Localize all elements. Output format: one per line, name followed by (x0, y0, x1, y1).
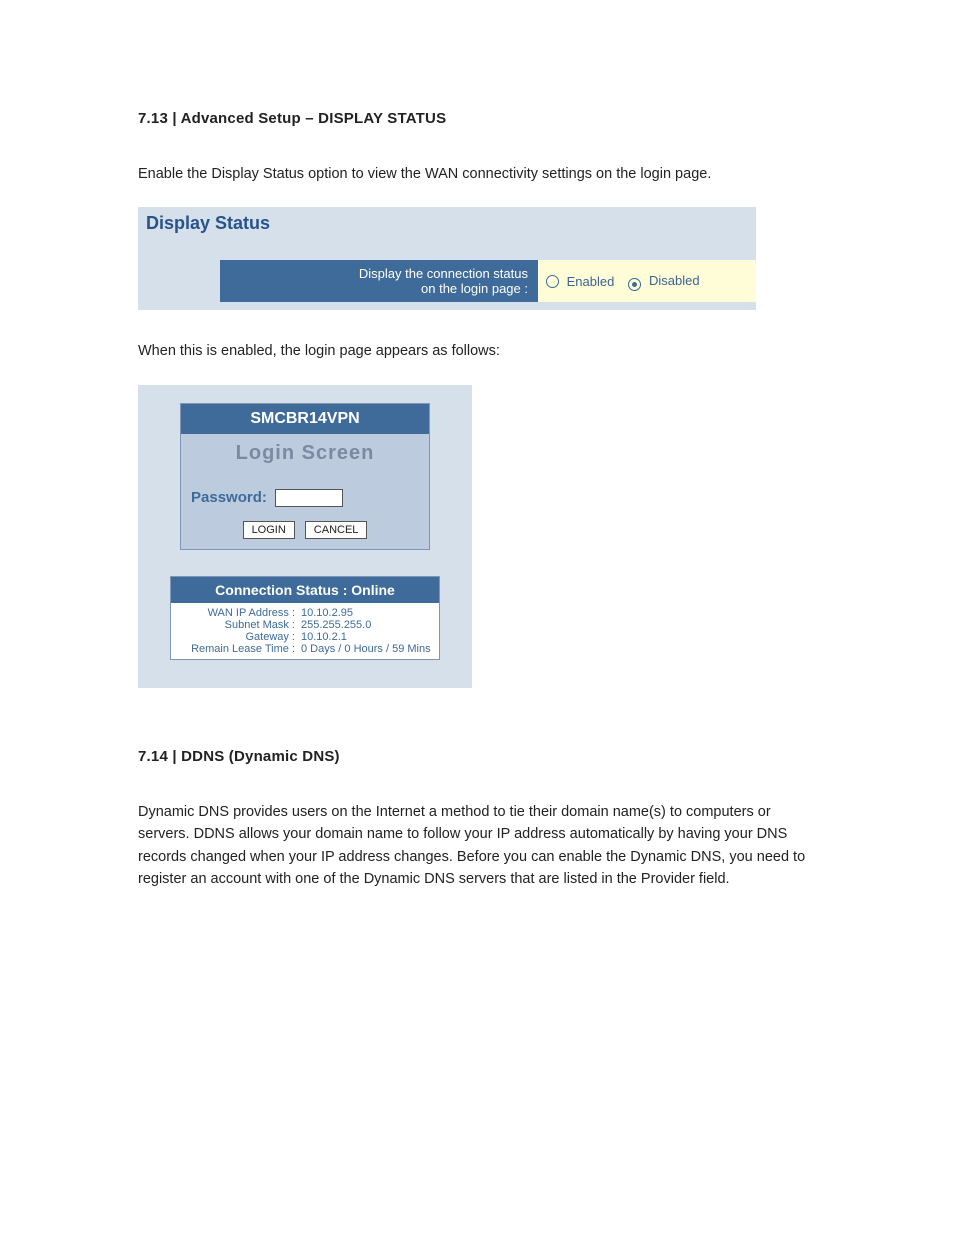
password-label: Password: (191, 489, 267, 506)
connection-status-card: Connection Status : Online WAN IP Addres… (170, 576, 440, 660)
login-button[interactable]: LOGIN (243, 521, 295, 539)
status-row-wanip: WAN IP Address : 10.10.2.95 (175, 607, 435, 619)
radio-enabled-label: Enabled (567, 274, 615, 289)
status-key: WAN IP Address : (175, 607, 295, 619)
cancel-button[interactable]: CANCEL (305, 521, 368, 539)
login-card: SMCBR14VPN Login Screen Password: LOGIN … (180, 403, 430, 550)
radio-enabled-icon (546, 275, 559, 288)
status-key: Remain Lease Time : (175, 643, 295, 655)
login-card-body: Password: LOGIN CANCEL (181, 473, 429, 549)
panel-left-pad (138, 260, 220, 302)
radio-disabled-icon (628, 278, 641, 291)
status-val: 10.10.2.95 (301, 607, 353, 619)
radio-enabled-wrap[interactable]: Enabled (546, 273, 614, 289)
password-input[interactable] (275, 489, 343, 507)
connection-status-header: Connection Status : Online (171, 577, 439, 603)
login-card-header: SMCBR14VPN (181, 404, 429, 434)
status-row-subnet: Subnet Mask : 255.255.255.0 (175, 619, 435, 631)
radio-disabled-wrap[interactable]: Disabled (628, 273, 699, 289)
body-text-714: Dynamic DNS provides users on the Intern… (138, 801, 816, 891)
section-heading-713: 7.13 | Advanced Setup – DISPLAY STATUS (138, 110, 816, 127)
intro-text-713: Enable the Display Status option to view… (138, 163, 816, 185)
status-key: Gateway : (175, 631, 295, 643)
display-status-options: Enabled Disabled (538, 260, 756, 302)
status-row-gateway: Gateway : 10.10.2.1 (175, 631, 435, 643)
connection-status-body: WAN IP Address : 10.10.2.95 Subnet Mask … (171, 603, 439, 659)
display-status-label-line2: on the login page : (230, 281, 528, 296)
display-status-label-cell: Display the connection status on the log… (220, 260, 538, 302)
status-key: Subnet Mask : (175, 619, 295, 631)
display-status-panel: Display Status Display the connection st… (138, 207, 756, 310)
status-val: 10.10.2.1 (301, 631, 347, 643)
login-screenshot: SMCBR14VPN Login Screen Password: LOGIN … (138, 385, 472, 688)
status-row-lease: Remain Lease Time : 0 Days / 0 Hours / 5… (175, 643, 435, 655)
display-status-label-line1: Display the connection status (230, 266, 528, 281)
display-status-title: Display Status (146, 213, 270, 233)
login-card-subheader: Login Screen (181, 434, 429, 473)
section-heading-714: 7.14 | DDNS (Dynamic DNS) (138, 748, 816, 765)
status-val: 0 Days / 0 Hours / 59 Mins (301, 643, 431, 655)
radio-disabled-label: Disabled (649, 273, 700, 288)
status-val: 255.255.255.0 (301, 619, 371, 631)
followup-text-713: When this is enabled, the login page app… (138, 340, 816, 362)
